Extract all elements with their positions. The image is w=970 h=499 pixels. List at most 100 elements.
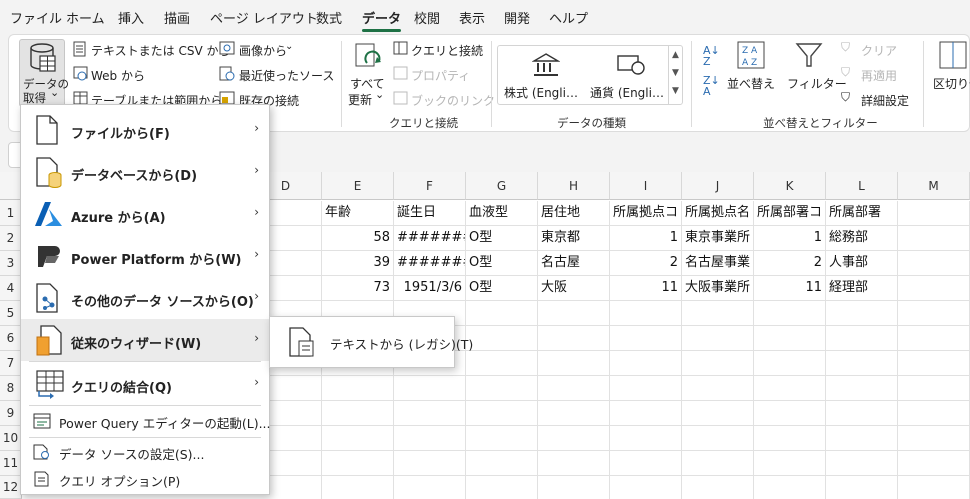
table-cell[interactable]: 所属拠点名 xyxy=(682,201,754,226)
select-all-corner[interactable] xyxy=(0,172,22,200)
from-web-button[interactable]: Web から xyxy=(91,67,145,84)
column-header[interactable]: G xyxy=(466,172,538,200)
table-cell[interactable] xyxy=(898,251,970,276)
table-cell[interactable]: 総務部 xyxy=(826,226,898,251)
row-header[interactable]: 9 xyxy=(0,401,22,426)
column-header[interactable]: I xyxy=(610,172,682,200)
filter-button[interactable]: フィルター xyxy=(787,75,847,92)
chevron-down-icon[interactable]: ▼ xyxy=(672,68,679,78)
refresh-all-label-2[interactable]: 更新 xyxy=(348,91,372,108)
row-header[interactable]: 6 xyxy=(0,326,22,351)
column-header[interactable]: K xyxy=(754,172,826,200)
menu-item-legacy-wizard[interactable]: 従来のウィザード(W) › xyxy=(21,319,269,361)
workbook-links-button[interactable]: ブックのリンク xyxy=(411,92,495,109)
from-text-csv-button[interactable]: テキストまたは CSV から xyxy=(91,42,230,59)
column-header[interactable]: J xyxy=(682,172,754,200)
clear-button[interactable]: クリア xyxy=(861,42,897,59)
table-cell[interactable]: ####### xyxy=(394,226,466,251)
menu-item-from-file[interactable]: ファイルから(F) › xyxy=(21,109,269,151)
tab-home[interactable]: ホーム xyxy=(66,8,105,27)
advanced-button[interactable]: 詳細設定 xyxy=(861,92,909,109)
table-cell[interactable]: 39 xyxy=(322,251,394,276)
table-cell[interactable]: 血液型 xyxy=(466,201,538,226)
row-header[interactable]: 3 xyxy=(0,251,22,276)
row-header[interactable]: 2 xyxy=(0,226,22,251)
row-header[interactable]: 8 xyxy=(0,376,22,401)
table-cell[interactable]: 58 xyxy=(322,226,394,251)
menu-item-from-azure[interactable]: Azure から(A) › xyxy=(21,193,269,235)
table-cell[interactable]: 大阪事業所 xyxy=(682,276,754,301)
row-header[interactable]: 12 xyxy=(0,476,22,499)
table-cell[interactable] xyxy=(898,276,970,301)
row-header[interactable]: 5 xyxy=(0,301,22,326)
data-types-gallery[interactable]: 株式 (Engli… 通貨 (Engli… ▲ ▼ ▼ xyxy=(497,45,683,105)
table-cell[interactable] xyxy=(898,201,970,226)
table-cell[interactable]: 1 xyxy=(610,226,682,251)
text-to-columns-button[interactable]: 区切り位 xyxy=(933,75,970,92)
menu-item-combine-queries[interactable]: クエリの結合(Q) › xyxy=(21,363,269,405)
row-header[interactable]: 4 xyxy=(0,276,22,301)
more-icon[interactable]: ▼ xyxy=(672,86,679,96)
get-data-button[interactable]: データの 取得 ⌄ xyxy=(19,39,69,107)
tab-page-layout[interactable]: ページ レイアウト xyxy=(210,8,318,27)
table-cell[interactable]: 1951/3/6 xyxy=(394,276,466,301)
chevron-up-icon[interactable]: ▲ xyxy=(672,50,679,60)
table-cell[interactable]: 11 xyxy=(610,276,682,301)
column-header[interactable]: H xyxy=(538,172,610,200)
table-cell[interactable]: O型 xyxy=(466,276,538,301)
stocks-button[interactable]: 株式 (Engli… xyxy=(504,84,578,101)
menu-item-from-power-platform[interactable]: Power Platform から(W) › xyxy=(21,235,269,277)
properties-button[interactable]: プロパティ xyxy=(411,67,470,84)
table-cell[interactable]: 2 xyxy=(754,251,826,276)
queries-connections-button[interactable]: クエリと接続 xyxy=(411,42,483,59)
row-header[interactable]: 10 xyxy=(0,426,22,451)
tab-draw[interactable]: 描画 xyxy=(164,8,190,27)
table-cell[interactable]: 東京事業所 xyxy=(682,226,754,251)
table-cell[interactable]: 経理部 xyxy=(826,276,898,301)
table-cell[interactable]: 所属部署 xyxy=(826,201,898,226)
gallery-scroll[interactable]: ▲ ▼ ▼ xyxy=(668,46,683,104)
menu-item-query-options[interactable]: クエリ オプション(P) xyxy=(21,466,269,492)
tab-review[interactable]: 校閲 xyxy=(414,8,440,27)
tab-formulas[interactable]: 数式 xyxy=(316,8,342,27)
table-cell[interactable]: O型 xyxy=(466,226,538,251)
table-cell[interactable]: 人事部 xyxy=(826,251,898,276)
sort-button[interactable]: 並べ替え xyxy=(727,75,775,92)
row-header[interactable]: 11 xyxy=(0,451,22,476)
tab-file[interactable]: ファイル xyxy=(10,8,62,27)
sort-ascending-icon[interactable]: A↓ Z xyxy=(703,45,720,67)
column-header[interactable]: E xyxy=(322,172,394,200)
column-header[interactable]: F xyxy=(394,172,466,200)
table-cell[interactable]: O型 xyxy=(466,251,538,276)
menu-item-from-other-sources[interactable]: その他のデータ ソースから(O) › xyxy=(21,277,269,319)
table-cell[interactable]: 所属部署コ xyxy=(754,201,826,226)
table-cell[interactable]: 居住地 xyxy=(538,201,610,226)
table-cell[interactable]: 73 xyxy=(322,276,394,301)
tab-help[interactable]: ヘルプ xyxy=(549,8,588,27)
reapply-button[interactable]: 再適用 xyxy=(861,67,897,84)
table-cell[interactable]: 誕生日 xyxy=(394,201,466,226)
menu-item-from-text-legacy[interactable]: テキストから (レガシ)(T) xyxy=(270,317,473,367)
tab-developer[interactable]: 開発 xyxy=(504,8,530,27)
column-header[interactable]: M xyxy=(898,172,970,200)
tab-view[interactable]: 表示 xyxy=(459,8,485,27)
menu-item-data-source-settings[interactable]: データ ソースの設定(S)... xyxy=(21,439,269,465)
tab-data[interactable]: データ xyxy=(362,8,402,32)
sort-descending-icon[interactable]: Z↓ A xyxy=(703,75,720,97)
table-cell[interactable]: 1 xyxy=(754,226,826,251)
column-header[interactable]: L xyxy=(826,172,898,200)
table-cell[interactable]: 2 xyxy=(610,251,682,276)
table-cell[interactable]: ####### xyxy=(394,251,466,276)
row-header[interactable]: 7 xyxy=(0,351,22,376)
tab-insert[interactable]: 挿入 xyxy=(118,8,144,27)
table-cell[interactable]: 東京都 xyxy=(538,226,610,251)
table-cell[interactable]: 11 xyxy=(754,276,826,301)
table-cell[interactable] xyxy=(898,226,970,251)
table-cell[interactable]: 名古屋 xyxy=(538,251,610,276)
menu-item-from-database[interactable]: データベースから(D) › xyxy=(21,151,269,193)
currency-button[interactable]: 通貨 (Engli… xyxy=(590,84,664,101)
table-cell[interactable]: 年齢 xyxy=(322,201,394,226)
row-header[interactable]: 1 xyxy=(0,200,22,226)
menu-item-launch-power-query-editor[interactable]: Power Query エディターの起動(L)... xyxy=(21,407,271,435)
table-cell[interactable]: 大阪 xyxy=(538,276,610,301)
